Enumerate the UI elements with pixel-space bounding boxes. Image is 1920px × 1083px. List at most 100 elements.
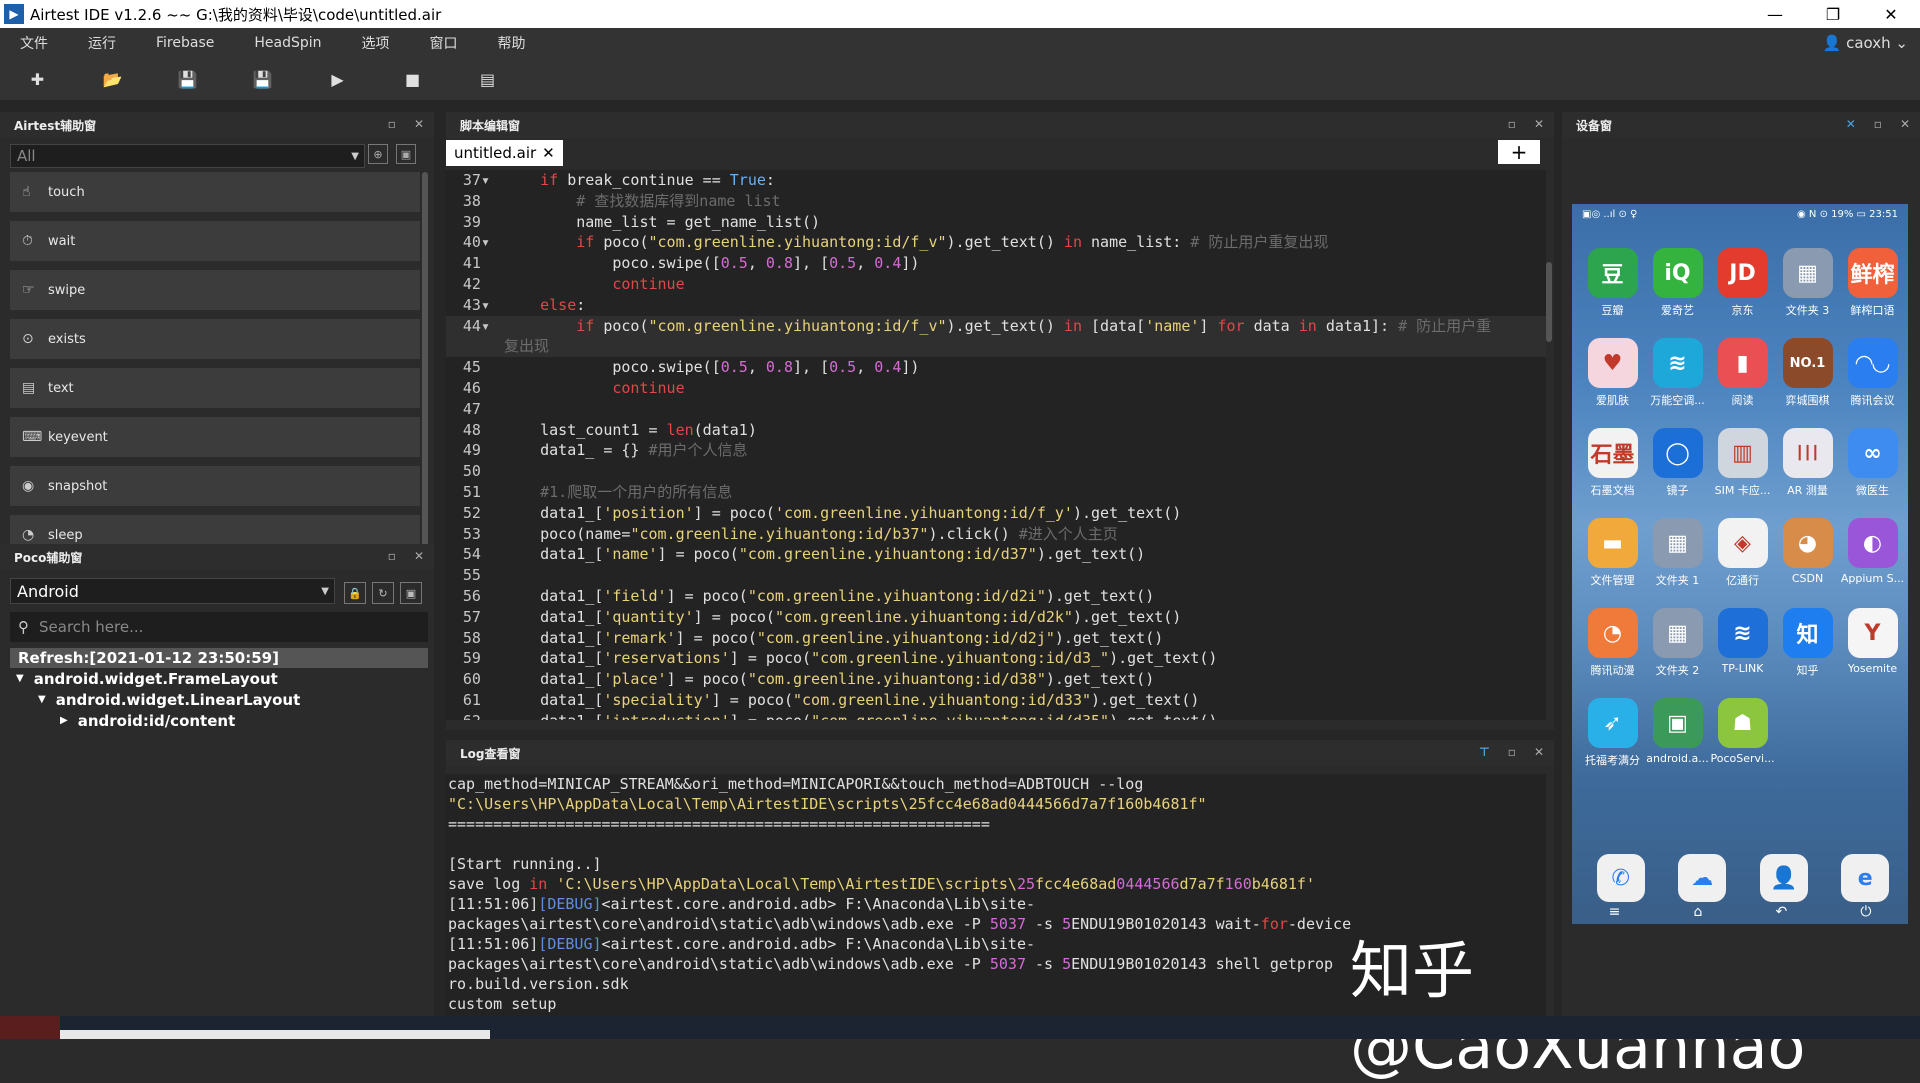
menu-window[interactable]: 窗口 — [410, 33, 478, 53]
float-icon[interactable]: ▫ — [1874, 117, 1882, 131]
maximize-button[interactable]: ❐ — [1804, 0, 1862, 28]
app-icon-tile[interactable]: ☗ PocoServi... — [1710, 698, 1775, 768]
app-icon-tile[interactable]: ∞ 微医生 — [1840, 428, 1905, 498]
filter-icon[interactable]: ⊤ — [1479, 745, 1490, 759]
tree-refresh-row[interactable]: Refresh:[2021-01-12 23:50:59] — [10, 648, 428, 668]
menu-file[interactable]: 文件 — [0, 33, 68, 53]
app-icon-tile[interactable]: ▥ SIM 卡应... — [1710, 428, 1775, 498]
app-icon-tile[interactable]: Y Yosemite — [1840, 608, 1905, 678]
app-icon-tile[interactable]: ♥ 爱肌肤 — [1580, 338, 1645, 408]
close-button[interactable]: ✕ — [1862, 0, 1920, 28]
tools-icon[interactable]: ✕ — [1846, 117, 1856, 131]
run-button[interactable]: ▶ — [300, 70, 375, 89]
dock-app-icon[interactable]: ☁ — [1678, 854, 1727, 902]
app-icon-tile[interactable]: ◐ Appium S... — [1840, 518, 1905, 588]
dock-app-icon[interactable]: ✆ — [1596, 854, 1645, 902]
expand-arrow-icon[interactable]: ▶ — [60, 715, 68, 726]
menu-firebase[interactable]: Firebase — [136, 35, 234, 51]
app-icon-tile[interactable]: ▮ 阅读 — [1710, 338, 1775, 408]
poco-search-input[interactable]: ⚲ Search here... — [10, 612, 428, 642]
api-wait[interactable]: ⏱ wait — [10, 221, 420, 261]
api-list-scrollbar[interactable] — [422, 172, 428, 552]
device-screen[interactable]: ▣◎ ..ıl ⊙ ♀ ◉ N ⊙ 19% ▭ 23:51 豆豆瓣 iQ 爱奇艺 JD… — [1572, 204, 1908, 924]
refresh-icon[interactable]: ↻ — [372, 582, 394, 604]
app-icon-tile[interactable]: ◔ 腾讯动漫 — [1580, 608, 1645, 678]
code-line: 59 data1_['reservations'] = poco("com.gr… — [446, 648, 1546, 669]
tree-node[interactable]: ▼ android.widget.FrameLayout — [10, 668, 428, 689]
dock-app-icon[interactable]: e — [1841, 854, 1890, 902]
api-swipe[interactable]: ☞ swipe — [10, 270, 420, 310]
api-touch[interactable]: ☝ touch — [10, 172, 420, 212]
editor-log-splitter[interactable] — [446, 730, 1554, 740]
code-scrollbar[interactable] — [1546, 262, 1552, 342]
taskbar-search[interactable] — [60, 1030, 490, 1039]
lock-icon[interactable]: 🔒 — [344, 582, 366, 604]
record-icon[interactable]: ⊕ — [368, 144, 388, 164]
code-area[interactable]: 37▾ if break_continue == True: 38 # 查找数据库… — [446, 170, 1546, 720]
api-filter-select[interactable]: All ▼ — [10, 144, 365, 168]
left-splitter[interactable] — [434, 112, 446, 1016]
float-icon[interactable]: ▫ — [1508, 745, 1516, 759]
save-as-button[interactable]: 💾 — [225, 70, 300, 89]
close-icon[interactable]: ✕ — [1534, 117, 1544, 131]
api-snapshot[interactable]: ◉ snapshot — [10, 466, 420, 506]
app-icon-tile[interactable]: ≋ 万能空调... — [1645, 338, 1710, 408]
app-icon-tile[interactable]: ◠◡ 腾讯会议 — [1840, 338, 1905, 408]
airtest-panel-header: Airtest辅助窗 ▫ ✕ — [0, 112, 434, 138]
right-splitter[interactable] — [1554, 112, 1562, 1016]
save-button[interactable]: 💾 — [150, 70, 225, 89]
new-file-button[interactable]: ✚ — [0, 70, 75, 89]
poco-mode-select[interactable]: Android ▼ — [10, 578, 335, 604]
app-icon-tile[interactable]: ◕ CSDN — [1775, 518, 1840, 588]
taskbar-start[interactable] — [0, 1016, 60, 1039]
open-file-button[interactable]: 📂 — [75, 70, 150, 89]
close-icon[interactable]: ✕ — [542, 144, 555, 162]
app-icon-tile[interactable]: NO.1 弈城围棋 — [1775, 338, 1840, 408]
report-button[interactable]: ▤ — [450, 70, 525, 89]
capture-icon[interactable]: ▣ — [396, 144, 416, 164]
expand-arrow-icon[interactable]: ▼ — [38, 694, 46, 705]
app-icon-tile[interactable]: ➶ 托福考满分 — [1580, 698, 1645, 768]
app-icon-tile[interactable]: ▦ 文件夹 3 — [1775, 248, 1840, 318]
api-exists[interactable]: ⊙ exists — [10, 319, 420, 359]
user-menu[interactable]: 👤 caoxh ⌄ — [1823, 34, 1908, 52]
capture-icon[interactable]: ▣ — [400, 582, 422, 604]
stop-button[interactable]: ■ — [375, 70, 450, 89]
app-icon-tile[interactable]: 知知乎 — [1775, 608, 1840, 678]
app-icon-tile[interactable]: ▦ 文件夹 1 — [1645, 518, 1710, 588]
dock-app-icon[interactable]: 👤 — [1759, 854, 1808, 902]
menu-headspin[interactable]: HeadSpin — [234, 35, 341, 51]
tree-node[interactable]: ▶ android:id/content — [10, 710, 428, 731]
app-icon-tile[interactable]: ┃┃┃ AR 测量 — [1775, 428, 1840, 498]
app-icon-tile[interactable]: ▣ android.a... — [1645, 698, 1710, 768]
close-icon[interactable]: ✕ — [1534, 745, 1544, 759]
app-icon-tile[interactable]: JD 京东 — [1710, 248, 1775, 318]
float-icon[interactable]: ▫ — [388, 117, 396, 131]
float-icon[interactable]: ▫ — [388, 549, 396, 563]
app-icon-tile[interactable]: ◯ 镜子 — [1645, 428, 1710, 498]
close-icon[interactable]: ✕ — [1900, 117, 1910, 131]
api-keyevent[interactable]: ⌨ keyevent — [10, 417, 420, 457]
app-icon-tile[interactable]: ▬ 文件管理 — [1580, 518, 1645, 588]
minimize-button[interactable]: — — [1746, 0, 1804, 28]
api-text[interactable]: ▤ text — [10, 368, 420, 408]
close-icon[interactable]: ✕ — [414, 117, 424, 131]
app-icon-tile[interactable]: iQ 爱奇艺 — [1645, 248, 1710, 318]
app-icon-tile[interactable]: ▦ 文件夹 2 — [1645, 608, 1710, 678]
close-icon[interactable]: ✕ — [414, 549, 424, 563]
line-number: 47 — [462, 399, 490, 418]
float-icon[interactable]: ▫ — [1508, 117, 1516, 131]
code-line: 52 data1_['position'] = poco('com.greenl… — [446, 503, 1546, 524]
app-icon-tile[interactable]: ≋ TP-LINK — [1710, 608, 1775, 678]
tree-node[interactable]: ▼ android.widget.LinearLayout — [10, 689, 428, 710]
menu-help[interactable]: 帮助 — [478, 33, 546, 53]
expand-arrow-icon[interactable]: ▼ — [16, 673, 24, 684]
app-icon-tile[interactable]: 鲜榨 鲜榨口语 — [1840, 248, 1905, 318]
app-icon-tile[interactable]: 豆豆瓣 — [1580, 248, 1645, 318]
app-icon-tile[interactable]: ◈ 亿通行 — [1710, 518, 1775, 588]
new-tab-button[interactable]: + — [1498, 140, 1540, 164]
menu-options[interactable]: 选项 — [342, 33, 410, 53]
menu-run[interactable]: 运行 — [68, 33, 136, 53]
app-icon-tile[interactable]: 石墨 石墨文档 — [1580, 428, 1645, 498]
tab-untitled[interactable]: untitled.air ✕ — [446, 140, 563, 166]
